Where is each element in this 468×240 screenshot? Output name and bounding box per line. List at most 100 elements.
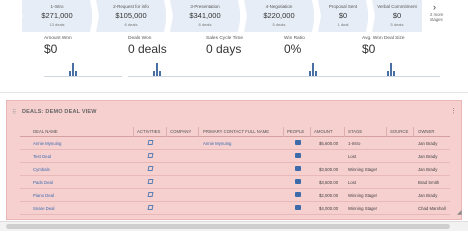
panel-title: DEALS: DEMO DEAL VIEW	[22, 109, 97, 115]
stage-name: 3-Presentation	[190, 4, 220, 9]
table-row[interactable]: Pads Deal $3,500.00 Lost Brad Smith	[20, 176, 450, 189]
deal-name-link[interactable]: Cymbals	[33, 163, 50, 176]
column-divider	[283, 127, 284, 137]
pipeline-bar: 1-Intro $271,000 13 deals 2-Request for …	[0, 0, 468, 32]
column-header-primary-contact[interactable]: PRIMARY CONTACT FULL NAME	[203, 127, 269, 137]
sparkline-bar	[312, 63, 314, 76]
stage-1-intro[interactable]: 1-Intro $271,000 13 deals	[22, 0, 92, 32]
column-header-owner[interactable]: OWNER	[418, 127, 434, 137]
contact-name-link[interactable]: Annie Mynuing	[203, 137, 231, 150]
edit-activity-icon[interactable]	[147, 189, 154, 202]
kpi-label: Avg. Won Deal Size	[362, 36, 405, 41]
amount-cell: $5,600.00	[319, 141, 339, 146]
stage-count: 1 deal	[337, 22, 349, 27]
deal-name-link[interactable]: Pads Deal	[33, 176, 53, 189]
kpi-win-ratio[interactable]: Win Ratio 0%	[284, 36, 362, 86]
column-header-stage[interactable]: STAGE	[348, 127, 362, 137]
column-header-people[interactable]: PEOPLE	[287, 127, 304, 137]
edit-activity-icon[interactable]	[147, 202, 154, 215]
sparkline-bar	[72, 63, 74, 76]
kpi-axis	[44, 76, 122, 77]
column-header-amount[interactable]: AMOUNT	[314, 127, 333, 137]
table-row[interactable]: Snare Deal $4,000.00 Winning Stage! Chad…	[20, 202, 450, 215]
stage-amount: $0	[392, 11, 402, 20]
kpi-value: 0 days	[206, 42, 242, 56]
kpi-sales-cycle-time[interactable]: Sales Cycle Time 0 days	[206, 36, 284, 86]
deal-name-link[interactable]: Piano Deal	[33, 189, 54, 202]
amount-cell: $2,000.00	[319, 193, 339, 198]
kpi-amount-won[interactable]: Amount Won $0	[44, 36, 122, 86]
column-header-activities[interactable]: ACTIVITIES	[137, 127, 160, 137]
stage-name: 2-Request for info	[113, 4, 149, 9]
stage-cell: Winning Stage!	[348, 193, 378, 198]
more-options-icon[interactable]: ⋮	[450, 107, 457, 115]
column-header-source[interactable]: SOURCE	[390, 127, 408, 137]
kpi-avg-won-deal-size[interactable]: Avg. Won Deal Size $0	[362, 36, 440, 86]
chevron-divider-icon	[312, 0, 321, 32]
edit-activity-icon[interactable]	[147, 163, 154, 176]
table-row[interactable]: Annie Mynuing Annie Mynuing $5,600.00 1-…	[20, 137, 450, 150]
more-stages-button[interactable]: › 2 more stages	[424, 2, 464, 32]
stage-amount: $220,000	[263, 11, 295, 20]
stage-count: 13 deals	[49, 22, 65, 27]
deal-name-link[interactable]: Test Deal	[33, 150, 51, 163]
chevron-divider-icon	[238, 0, 247, 32]
people-card-icon[interactable]	[295, 163, 301, 176]
stage-amount: $0	[338, 11, 348, 20]
amount-cell: $3,500.00	[319, 167, 339, 172]
stage-verbal-commitment[interactable]: Verbal Commitment $0 5 deals	[372, 0, 422, 32]
stage-cell: Winning Stage!	[348, 206, 378, 211]
deal-name-link[interactable]: Annie Mynuing	[33, 137, 61, 150]
column-divider	[198, 127, 199, 137]
edit-activity-icon[interactable]	[147, 150, 154, 163]
edit-activity-icon[interactable]	[147, 176, 154, 189]
kpi-deals-won[interactable]: Deals Won 0 deals	[128, 36, 206, 86]
edit-activity-icon[interactable]	[147, 137, 154, 150]
stage-cell: 1-Intro	[348, 141, 361, 146]
table-row[interactable]: Cymbals $3,500.00 Winning Stage! Jan Bra…	[20, 163, 450, 176]
kpi-label: Amount Won	[44, 36, 72, 41]
people-card-icon[interactable]	[295, 189, 301, 202]
stage-proposal-sent[interactable]: Proposal Sent $0 1 deal	[318, 0, 368, 32]
table-row[interactable]: Test Deal Lost Jan Brady	[20, 150, 450, 163]
chevron-divider-icon	[14, 0, 23, 32]
resize-handle-icon[interactable]: ◢	[457, 209, 462, 216]
deals-panel: ⠿ DEALS: DEMO DEAL VIEW ⋮ DEAL NAME ACTI…	[6, 100, 462, 220]
kpi-value: $0	[362, 42, 376, 56]
kpi-value: 0 deals	[128, 42, 167, 56]
deals-table: DEAL NAME ACTIVITIES COMPANY PRIMARY CON…	[20, 127, 450, 215]
table-row[interactable]: Piano Deal $2,000.00 Winning Stage! Jan …	[20, 189, 450, 202]
people-card-icon[interactable]	[295, 137, 301, 150]
sparkline-bar	[390, 63, 392, 76]
amount-cell: $4,000.00	[319, 206, 339, 211]
stage-count: 6 deals	[124, 22, 138, 27]
column-divider	[166, 127, 167, 137]
owner-cell: Brad Smith	[418, 180, 440, 185]
stage-name: 1-Intro	[50, 4, 64, 9]
column-header-deal-name[interactable]: DEAL NAME	[33, 127, 58, 137]
owner-cell: Jan Brady	[418, 167, 438, 172]
people-card-icon[interactable]	[295, 150, 301, 163]
stage-4-negotiation[interactable]: 4-Negotiation $220,000 5 deals	[244, 0, 314, 32]
column-divider	[133, 127, 134, 137]
stage-3-presentation[interactable]: 3-Presentation $341,000 8 deals	[170, 0, 240, 32]
scrollbar-thumb[interactable]	[6, 224, 450, 229]
owner-cell: Chad Marshall	[418, 206, 446, 211]
chevron-divider-icon	[366, 0, 375, 32]
people-card-icon[interactable]	[295, 176, 301, 189]
drag-handle-icon[interactable]: ⠿	[12, 109, 16, 116]
deal-name-link[interactable]: Snare Deal	[33, 202, 55, 215]
column-header-company[interactable]: COMPANY	[170, 127, 191, 137]
kpi-sparkline	[300, 60, 344, 76]
horizontal-scrollbar[interactable]	[0, 221, 468, 231]
stage-2-request-for-info[interactable]: 2-Request for info $105,000 6 deals	[96, 0, 166, 32]
stage-amount: $341,000	[189, 11, 221, 20]
people-card-icon[interactable]	[295, 202, 301, 215]
stage-cell: Lost	[348, 154, 357, 159]
table-header-row: DEAL NAME ACTIVITIES COMPANY PRIMARY CON…	[20, 127, 450, 137]
chevron-divider-icon	[164, 0, 173, 32]
kpi-label: Win Ratio	[284, 36, 305, 41]
kpi-axis	[128, 76, 206, 77]
chevron-divider-icon	[90, 0, 99, 32]
kpi-axis	[284, 76, 362, 77]
